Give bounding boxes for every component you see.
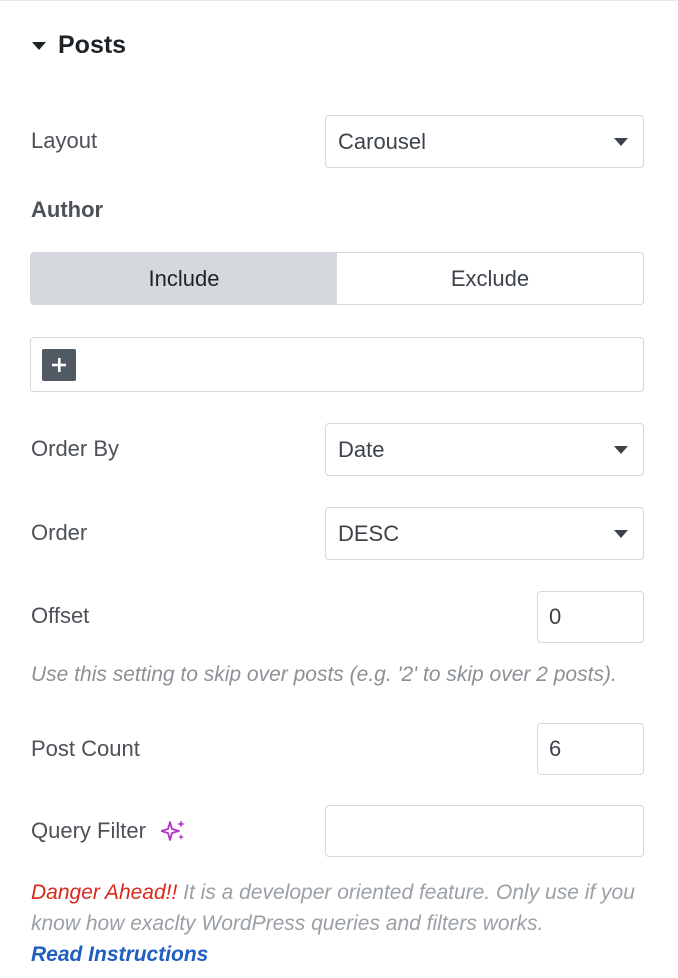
offset-label: Offset bbox=[31, 603, 90, 628]
tab-exclude[interactable]: Exclude bbox=[337, 253, 643, 304]
layout-label: Layout bbox=[31, 128, 98, 153]
layout-select[interactable]: Carousel bbox=[325, 115, 644, 168]
read-instructions-link[interactable]: Read Instructions bbox=[31, 939, 641, 970]
order-by-select[interactable]: Date bbox=[325, 423, 644, 476]
offset-help-text: Use this setting to skip over posts (e.g… bbox=[31, 663, 617, 686]
sparkle-glyph bbox=[160, 820, 185, 841]
posts-section-toggle[interactable]: Posts bbox=[32, 31, 126, 60]
order-select-value: DESC bbox=[338, 520, 400, 546]
add-author-button[interactable] bbox=[42, 349, 76, 381]
danger-text: Danger Ahead!! bbox=[31, 881, 178, 904]
query-filter-input[interactable] bbox=[325, 805, 644, 857]
plus-icon bbox=[52, 358, 66, 372]
ai-sparkle-icon[interactable] bbox=[160, 819, 187, 850]
chevron-down-icon bbox=[614, 446, 628, 454]
chevron-down-icon bbox=[614, 530, 628, 538]
post-count-label: Post Count bbox=[31, 736, 140, 761]
caret-down-icon bbox=[32, 41, 46, 50]
order-by-select-value: Date bbox=[338, 436, 385, 462]
query-filter-label: Query Filter bbox=[31, 818, 146, 843]
order-select[interactable]: DESC bbox=[325, 507, 644, 560]
tab-include[interactable]: Include bbox=[31, 253, 337, 304]
offset-input[interactable] bbox=[537, 591, 644, 643]
query-filter-warning: Danger Ahead!! It is a developer oriente… bbox=[31, 877, 641, 970]
post-count-input[interactable] bbox=[537, 723, 644, 775]
layout-select-value: Carousel bbox=[338, 128, 427, 154]
author-label: Author bbox=[31, 197, 104, 222]
order-label: Order bbox=[31, 520, 88, 545]
posts-settings-panel: Posts Layout Carousel Author Include Exc… bbox=[0, 0, 678, 978]
order-by-label: Order By bbox=[31, 436, 120, 461]
author-include-exclude-toggle: Include Exclude bbox=[30, 252, 644, 305]
section-title: Posts bbox=[58, 31, 127, 59]
chevron-down-icon bbox=[614, 138, 628, 146]
author-repeater bbox=[30, 337, 644, 392]
